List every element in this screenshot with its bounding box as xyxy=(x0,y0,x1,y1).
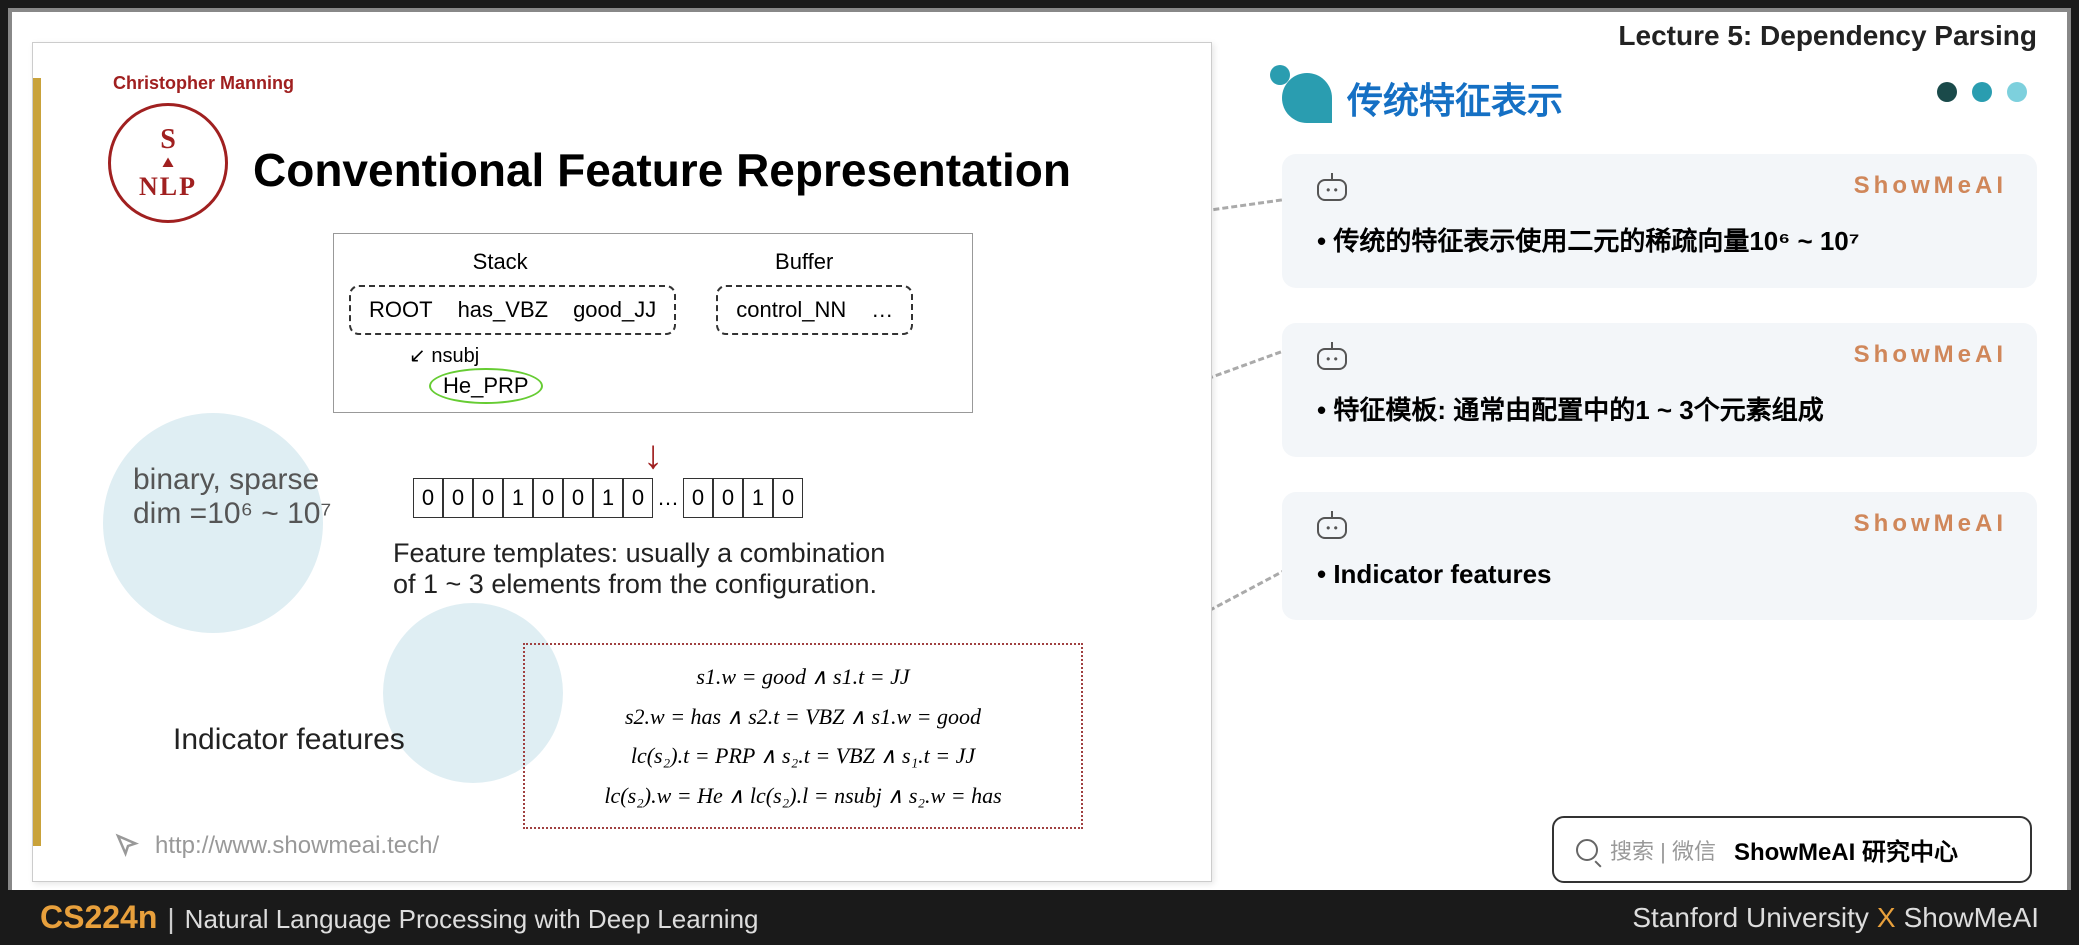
university-name: Stanford University xyxy=(1632,902,1869,934)
indicator-features-box: s1.w = good ∧ s1.t = JJ s2.w = has ∧ s2.… xyxy=(523,643,1083,829)
url-row: http://www.showmeai.tech/ xyxy=(113,831,439,861)
blob-icon xyxy=(1282,73,1332,123)
robot-icon xyxy=(1317,517,1347,539)
search-hint: 搜索 | 微信 xyxy=(1610,834,1716,866)
vector-cell: 0 xyxy=(773,478,803,518)
gold-accent-bar xyxy=(33,78,41,846)
arrow-down-icon: ↓ xyxy=(643,433,663,478)
x-separator: X xyxy=(1877,902,1896,934)
logo-s: S xyxy=(160,124,176,156)
buffer-item: … xyxy=(871,297,893,323)
vector-cell: 0 xyxy=(443,478,473,518)
logo-mountain-icon: ⛰ xyxy=(162,156,174,172)
vector-cell: 0 xyxy=(683,478,713,518)
section-header: 传统特征表示 xyxy=(1282,72,2037,124)
info-card: ShowMeAI • Indicator features xyxy=(1282,492,2037,620)
url-text[interactable]: http://www.showmeai.tech/ xyxy=(155,832,439,860)
indicator-line: lc(s₂).t = PRP ∧ s₂.t = VBZ ∧ s₁.t = JJ xyxy=(543,736,1063,776)
stack-buffer-diagram: Stack Buffer ROOT has_VBZ good_JJ contro… xyxy=(333,233,973,413)
search-box[interactable]: 搜索 | 微信 ShowMeAI 研究中心 xyxy=(1552,816,2032,883)
stack-label: Stack xyxy=(473,249,528,275)
vector-cell: 0 xyxy=(413,478,443,518)
stack-item: ROOT xyxy=(369,297,433,323)
card-text: • 特征模板: 通常由配置中的1 ~ 3个元素组成 xyxy=(1317,390,2002,427)
card-brand: ShowMeAI xyxy=(1854,172,2007,200)
footer-separator: | xyxy=(167,903,174,935)
he-prp-token: He_PRP xyxy=(429,368,543,404)
indicator-line: s2.w = has ∧ s2.t = VBZ ∧ s1.w = good xyxy=(543,697,1063,737)
vector-cell: 0 xyxy=(473,478,503,518)
vector-cell: 1 xyxy=(503,478,533,518)
course-name: Natural Language Processing with Deep Le… xyxy=(185,904,759,935)
stack-box: ROOT has_VBZ good_JJ xyxy=(349,285,676,335)
nsubj-label: nsubj xyxy=(431,345,479,367)
card-text: • Indicator features xyxy=(1317,559,2002,590)
info-card: ShowMeAI • 传统的特征表示使用二元的稀疏向量10⁶ ~ 10⁷ xyxy=(1282,154,2037,288)
stack-item: has_VBZ xyxy=(458,297,549,323)
binary-sparse-label: binary, sparse dim =10⁶ ~ 10⁷ xyxy=(133,463,331,531)
card-brand: ShowMeAI xyxy=(1854,510,2007,538)
search-icon xyxy=(1576,839,1598,861)
robot-icon xyxy=(1317,348,1347,370)
cursor-icon xyxy=(113,831,143,861)
info-card: ShowMeAI • 特征模板: 通常由配置中的1 ~ 3个元素组成 xyxy=(1282,323,2037,457)
search-brand: ShowMeAI 研究中心 xyxy=(1734,832,1958,867)
slide-title: Conventional Feature Representation xyxy=(253,143,1071,197)
course-code: CS224n xyxy=(40,899,157,936)
vector-cell: 1 xyxy=(593,478,623,518)
vector-cell: 0 xyxy=(713,478,743,518)
slide-panel: Christopher Manning S ⛰ NLP Conventional… xyxy=(32,42,1212,882)
buffer-label: Buffer xyxy=(775,249,833,275)
vector-ellipsis: … xyxy=(653,478,683,518)
card-text: • 传统的特征表示使用二元的稀疏向量10⁶ ~ 10⁷ xyxy=(1317,221,2002,258)
vector-cell: 0 xyxy=(563,478,593,518)
vector-cell: 0 xyxy=(623,478,653,518)
buffer-box: control_NN … xyxy=(716,285,913,335)
feature-templates-text: Feature templates: usually a combination… xyxy=(393,538,893,600)
author-name: Christopher Manning xyxy=(113,73,294,94)
indicator-line: s1.w = good ∧ s1.t = JJ xyxy=(543,657,1063,697)
card-brand: ShowMeAI xyxy=(1854,341,2007,369)
main-frame: Lecture 5: Dependency Parsing Christophe… xyxy=(8,8,2071,937)
stanford-nlp-logo: S ⛰ NLP xyxy=(108,103,228,223)
showmeai-brand: ShowMeAI xyxy=(1904,902,2039,934)
indicator-line: lc(s₂).w = He ∧ lc(s₂).l = nsubj ∧ s₂.w … xyxy=(543,776,1063,816)
footer-bar: CS224n | Natural Language Processing wit… xyxy=(0,890,2079,945)
stack-item: good_JJ xyxy=(573,297,656,323)
vector-cell: 1 xyxy=(743,478,773,518)
buffer-item: control_NN xyxy=(736,297,846,323)
logo-nlp: NLP xyxy=(139,172,197,202)
vector-cell: 0 xyxy=(533,478,563,518)
binary-vector: 0 0 0 1 0 0 1 0 … 0 0 1 0 xyxy=(413,478,803,518)
robot-icon xyxy=(1317,179,1347,201)
section-title: 传统特征表示 xyxy=(1347,72,1563,124)
right-panel: 传统特征表示 ShowMeAI • 传统的特征表示使用二元的稀疏向量10⁶ ~ … xyxy=(1282,72,2037,655)
lecture-header: Lecture 5: Dependency Parsing xyxy=(1618,20,2037,52)
indicator-features-label: Indicator features xyxy=(173,723,405,757)
